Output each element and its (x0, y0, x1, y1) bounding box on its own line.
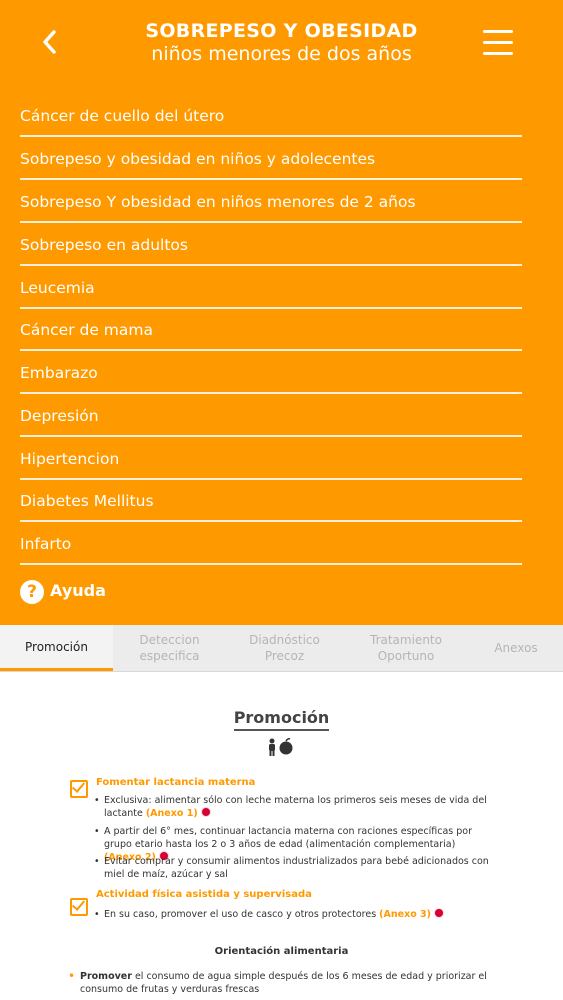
content-area: Promoción Fomentar lactancia materna Exc… (0, 690, 563, 1000)
menu-item-depresion[interactable]: Depresión (20, 395, 522, 437)
menu-item-infarto[interactable]: Infarto (20, 523, 522, 565)
section-title-lactancia: Fomentar lactancia materna (96, 777, 256, 788)
tab-label: Tratamiento (370, 633, 442, 647)
orientation-heading: Orientación alimentaria (214, 946, 349, 957)
menu-item-sobrepeso-adultos[interactable]: Sobrepeso en adultos (20, 224, 522, 266)
tab-anexos[interactable]: Anexos (469, 625, 563, 671)
tab-label-line2: Precoz (264, 649, 305, 663)
menu-button[interactable] (483, 30, 513, 56)
page-subtitle: niños menores de dos años (151, 43, 412, 65)
hamburger-line (483, 41, 513, 44)
menu-item-hipertencion[interactable]: Hipertencion (20, 438, 522, 480)
menu-item-leucemia[interactable]: Leucemia (20, 267, 522, 309)
hamburger-menu-icon (483, 30, 513, 33)
page-title: SOBREPESO Y OBESIDAD (145, 20, 418, 42)
anexo-link[interactable]: (Anexo 1) (146, 808, 198, 819)
tab-label-line2: especifica (139, 649, 200, 663)
promo-bold: Promover (80, 971, 132, 982)
tab-bar: Promoción Deteccion especifica Diadnósti… (0, 625, 563, 672)
topics-menu: Cáncer de cuello del útero Sobrepeso y o… (0, 88, 563, 625)
checkbox-icon (70, 780, 88, 798)
tab-label: Diadnóstico (249, 633, 320, 647)
list-item: Evitar comprar y consumir alimentos indu… (94, 855, 494, 881)
bullet-text: Evitar comprar y consumir alimentos indu… (104, 856, 489, 880)
question-icon: ? (20, 579, 44, 604)
tab-diagnostico-precoz[interactable]: Diadnóstico Precoz (226, 625, 343, 671)
hamburger-line (483, 52, 513, 55)
tab-label: Anexos (494, 641, 538, 655)
tab-tratamiento-oportuno[interactable]: Tratamiento Oportuno (343, 625, 469, 671)
menu-item-embarazo[interactable]: Embarazo (20, 352, 522, 394)
child-apple-icon (269, 738, 293, 756)
tab-label: Deteccion (139, 633, 200, 647)
menu-item-sobrepeso-menores-2[interactable]: Sobrepeso Y obesidad en niños menores de… (20, 181, 522, 223)
menu-item-cancer-cuello[interactable]: Cáncer de cuello del útero (20, 95, 522, 137)
section-heading-wrap: Promoción (0, 708, 563, 731)
bullet-text: A partir del 6° mes, continuar lactancia… (104, 826, 473, 850)
checkbox-icon (70, 898, 88, 916)
tab-label-line2: Oportuno (377, 649, 435, 663)
promo-text: el consumo de agua simple después de los… (80, 971, 487, 995)
bullet-text: En su caso, promover el uso de casco y o… (104, 909, 380, 920)
tab-promocion[interactable]: Promoción (0, 625, 113, 671)
menu-item-cancer-mama[interactable]: Cáncer de mama (20, 309, 522, 351)
marker-dot-icon (200, 807, 211, 817)
menu-item-diabetes[interactable]: Diabetes Mellitus (20, 480, 522, 522)
list-item: Exclusiva: alimentar sólo con leche mate… (94, 794, 494, 820)
app-header: SOBREPESO Y OBESIDAD niños menores de do… (0, 0, 563, 88)
section-heading: Promoción (233, 708, 330, 731)
section-title-actividad: Actividad física asistida y supervisada (96, 889, 312, 900)
help-button[interactable]: ? Ayuda (20, 577, 106, 605)
marker-dot-icon (434, 908, 444, 918)
list-item: Promover el consumo de agua simple despu… (68, 970, 500, 996)
anexo-link[interactable]: (Anexo 3) (379, 909, 431, 920)
list-item: En su caso, promover el uso de casco y o… (94, 908, 494, 921)
menu-item-sobrepeso-ninos-adolecentes[interactable]: Sobrepeso y obesidad en niños y adolecen… (20, 138, 522, 180)
tab-deteccion-especifica[interactable]: Deteccion especifica (113, 625, 226, 671)
tab-label: Promoción (25, 639, 88, 654)
help-label: Ayuda (50, 581, 106, 600)
